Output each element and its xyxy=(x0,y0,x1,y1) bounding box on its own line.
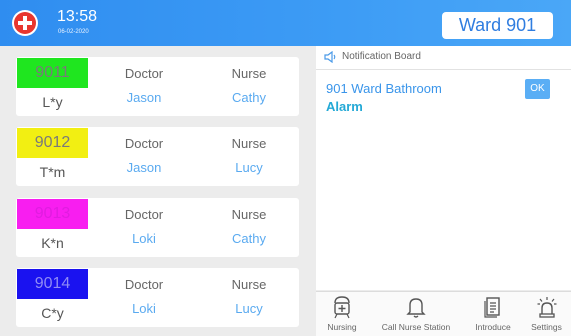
patient-card[interactable]: 9013 K*n Doctor Loki Nurse Cathy xyxy=(16,198,299,257)
nav-settings-label: Settings xyxy=(531,322,562,332)
nav-call-label: Call Nurse Station xyxy=(381,322,451,332)
clock-time: 13:58 xyxy=(57,8,98,25)
patient-name: L*y xyxy=(42,94,63,110)
clock-date: 06-02-2020 xyxy=(58,29,89,35)
bed-number: 9013 xyxy=(17,199,88,229)
notification-title: Notification Board xyxy=(342,51,421,62)
patient-name: K*n xyxy=(41,235,64,251)
patient-card[interactable]: 9011 L*y Doctor Jason Nurse Cathy xyxy=(16,57,299,116)
nurse-name: Cathy xyxy=(232,231,266,246)
nurse-label: Nurse xyxy=(231,277,267,292)
nursing-icon xyxy=(334,296,350,319)
alarm-message-type: Alarm xyxy=(326,99,363,114)
bed-number: 9011 xyxy=(17,58,88,88)
nurse-label: Nurse xyxy=(231,66,267,81)
patient-card[interactable]: 9014 C*y Doctor Loki Nurse Lucy xyxy=(16,268,299,327)
bottom-nav: Nursing Call Nurse Station Introduce Set… xyxy=(316,291,571,336)
doctor-label: Doctor xyxy=(124,207,164,222)
patient-name: T*m xyxy=(39,164,66,180)
bed-number: 9014 xyxy=(17,269,88,299)
header-bar: 13:58 06-02-2020 Ward 901 xyxy=(0,0,571,46)
nav-nursing[interactable]: Nursing xyxy=(316,292,368,336)
nav-settings[interactable]: Settings xyxy=(522,292,571,336)
notification-header: Notification Board xyxy=(316,46,571,70)
ward-title: Ward 901 xyxy=(442,12,553,39)
doctor-label: Doctor xyxy=(124,66,164,81)
doctor-name: Loki xyxy=(132,231,156,246)
speaker-icon xyxy=(324,51,336,63)
nav-nursing-label: Nursing xyxy=(327,322,357,332)
doctor-name: Jason xyxy=(126,90,162,105)
doctor-label: Doctor xyxy=(124,277,164,292)
nav-introduce[interactable]: Introduce xyxy=(464,292,522,336)
nav-call-nurse-station[interactable]: Call Nurse Station xyxy=(368,292,464,336)
bell-icon xyxy=(406,298,426,318)
document-icon xyxy=(484,297,500,318)
doctor-name: Jason xyxy=(126,160,162,175)
nurse-label: Nurse xyxy=(231,136,267,151)
nurse-name: Cathy xyxy=(232,90,266,105)
alarm-light-icon xyxy=(537,297,556,318)
patient-name: C*y xyxy=(41,305,64,321)
bed-number: 9012 xyxy=(17,128,88,158)
hospital-cross-icon xyxy=(12,10,38,36)
nurse-label: Nurse xyxy=(231,207,267,222)
nurse-name: Lucy xyxy=(235,160,263,175)
patient-card[interactable]: 9012 T*m Doctor Jason Nurse Lucy xyxy=(16,127,299,186)
nurse-name: Lucy xyxy=(235,301,263,316)
alarm-message-title: 901 Ward Bathroom xyxy=(326,81,442,96)
doctor-name: Loki xyxy=(132,301,156,316)
ok-button[interactable]: OK xyxy=(525,79,550,99)
doctor-label: Doctor xyxy=(124,136,164,151)
nav-introduce-label: Introduce xyxy=(475,322,511,332)
